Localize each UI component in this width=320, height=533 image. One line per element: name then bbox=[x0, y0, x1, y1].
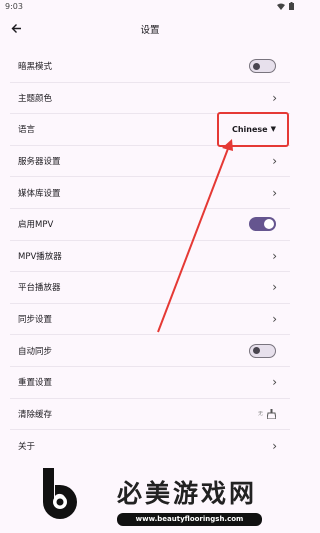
watermark-url: www.beautyflooringsh.com bbox=[117, 513, 262, 526]
watermark-title: 必美游戏网 bbox=[117, 479, 258, 508]
watermark: 必美游戏网 www.beautyflooringsh.com bbox=[0, 468, 300, 533]
annotation-arrow bbox=[157, 139, 233, 333]
site-logo-icon bbox=[43, 468, 77, 519]
